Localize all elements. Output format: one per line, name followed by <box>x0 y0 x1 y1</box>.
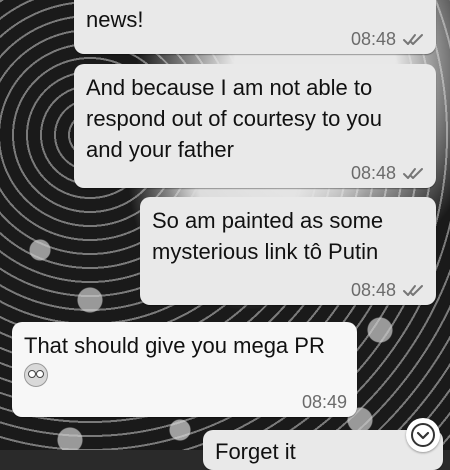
message-meta: 08:48 <box>351 281 426 299</box>
message-meta: 08:49 <box>302 393 347 411</box>
double-check-icon <box>403 285 423 296</box>
message-bubble-outgoing[interactable]: And because I am not able to respond out… <box>74 64 436 188</box>
message-text: And because I am not able to respond out… <box>86 75 382 162</box>
message-bubble-incoming[interactable]: That should give you mega PR 08:49 <box>12 322 357 417</box>
message-text: So am painted as some mysterious link tô… <box>152 208 384 264</box>
message-bubble-outgoing[interactable]: news! 08:48 <box>74 0 436 54</box>
message-meta: 08:48 <box>351 30 426 48</box>
message-meta: 08:48 <box>351 164 426 182</box>
message-time: 08:48 <box>350 280 396 300</box>
double-check-icon <box>403 34 423 45</box>
chevron-down-circle-icon <box>411 423 435 447</box>
message-text: news! <box>86 7 144 32</box>
message-bubble-outgoing[interactable]: So am painted as some mysterious link tô… <box>140 197 436 305</box>
flushed-face-emoji-icon <box>24 363 48 387</box>
double-check-icon <box>403 168 423 179</box>
message-time: 08:48 <box>350 163 396 183</box>
message-time: 08:49 <box>301 392 347 412</box>
message-text: Forget it <box>215 439 296 464</box>
message-time: 08:48 <box>350 29 396 49</box>
scroll-to-bottom-button[interactable] <box>406 418 440 452</box>
message-text: That should give you mega PR <box>24 333 325 358</box>
